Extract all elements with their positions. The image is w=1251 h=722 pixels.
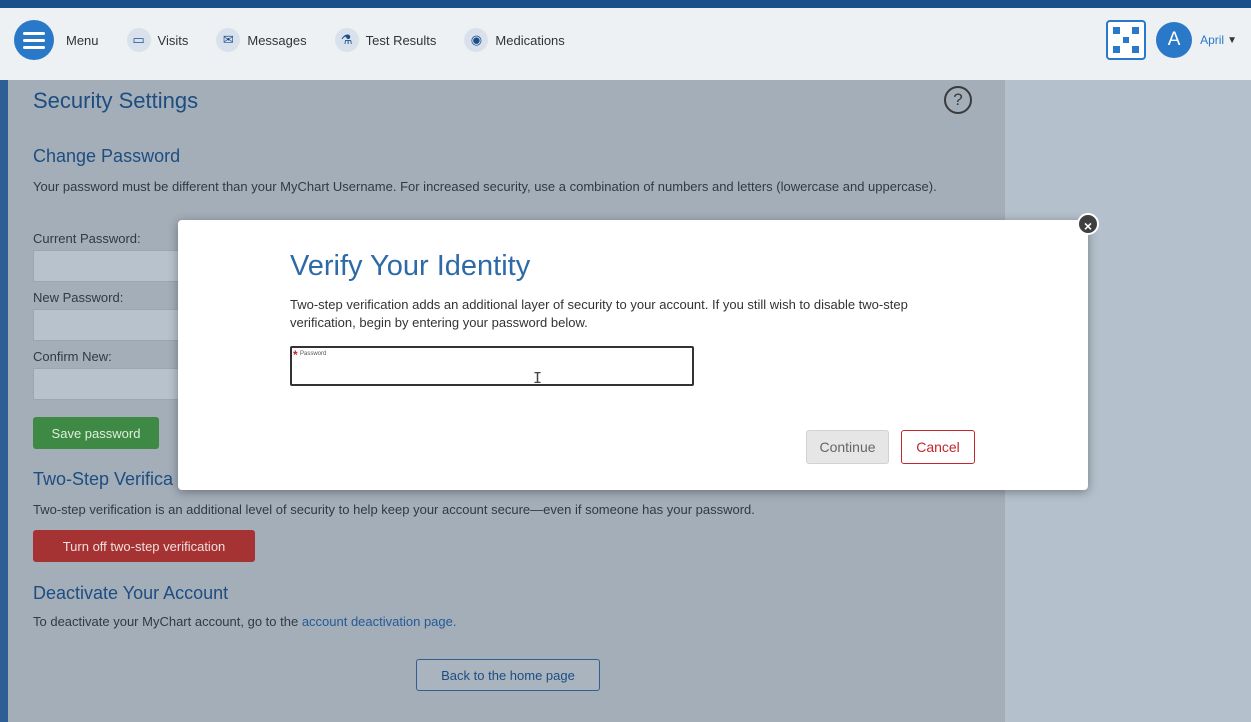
top-nav-bar: Menu ▭ Visits ✉ Messages ⚗ Test Results … [0,0,1251,80]
password-field[interactable]: * Password I [290,346,694,387]
user-menu[interactable]: A April ▼ [1156,22,1237,58]
back-to-home-button[interactable]: Back to the home page [416,659,600,691]
nav-left: Menu ▭ Visits ✉ Messages ⚗ Test Results … [0,8,1005,72]
change-password-description: Your password must be different than you… [33,179,937,194]
new-password-label: New Password: [33,290,124,305]
nav-label-visits: Visits [157,32,189,48]
menu-icon[interactable] [14,20,54,60]
cancel-button[interactable]: Cancel [901,430,975,464]
modal-description: Two-step verification adds an additional… [290,297,908,330]
deactivate-heading: Deactivate Your Account [33,583,229,603]
save-password-button[interactable]: Save password [33,417,159,449]
new-password-field[interactable] [33,309,183,341]
current-password-field[interactable] [33,250,183,282]
current-password-label: Current Password: [33,231,141,246]
nav-item-test-results[interactable]: ⚗ Test Results [334,28,437,52]
pills-icon: ◉ [464,28,489,52]
two-step-heading: Two-Step Verifica [33,469,174,489]
nav-label-messages: Messages [247,32,307,48]
caret-down-icon: ▼ [1227,34,1237,46]
calendar-icon: ▭ [126,28,151,52]
nav-label-test-results: Test Results [365,32,437,48]
help-icon[interactable]: ? [944,86,972,114]
nav-item-visits[interactable]: ▭ Visits [126,28,189,52]
nav-item-medications[interactable]: ◉ Medications [464,28,565,52]
left-edge-strip [0,80,8,722]
two-step-description: Two-step verification is an additional l… [33,502,755,517]
qr-code-icon[interactable] [1106,20,1147,60]
deactivate-text: To deactivate your MyChart account, go t… [33,613,456,630]
modal-title: Verify Your Identity [290,250,531,282]
verify-identity-modal: Verify Your Identity Two-step verificati… [178,220,1088,490]
menu-label[interactable]: Menu [66,33,99,48]
required-asterisk: * [293,348,298,362]
flask-icon: ⚗ [334,28,359,52]
avatar: A [1156,22,1193,58]
page-title: Security Settings [33,88,199,113]
nav-right: A April ▼ [1005,8,1251,72]
close-icon[interactable]: × [1077,213,1099,235]
continue-button[interactable]: Continue [806,430,889,464]
change-password-heading: Change Password [33,146,181,166]
nav-item-messages[interactable]: ✉ Messages [216,28,307,52]
password-field-label: Password [300,351,327,357]
envelope-icon: ✉ [216,28,241,52]
turn-off-two-step-button[interactable]: Turn off two-step verification [33,530,255,562]
confirm-password-label: Confirm New: [33,349,112,364]
top-accent-stripe [0,0,1251,8]
confirm-password-field[interactable] [33,368,183,400]
text-cursor-icon: I [533,369,543,387]
account-deactivation-link[interactable]: account deactivation page. [302,614,457,629]
user-name: April [1200,33,1225,47]
deactivate-text-prefix: To deactivate your MyChart account, go t… [33,614,302,629]
nav-label-medications: Medications [495,32,565,48]
password-input[interactable] [300,362,680,382]
